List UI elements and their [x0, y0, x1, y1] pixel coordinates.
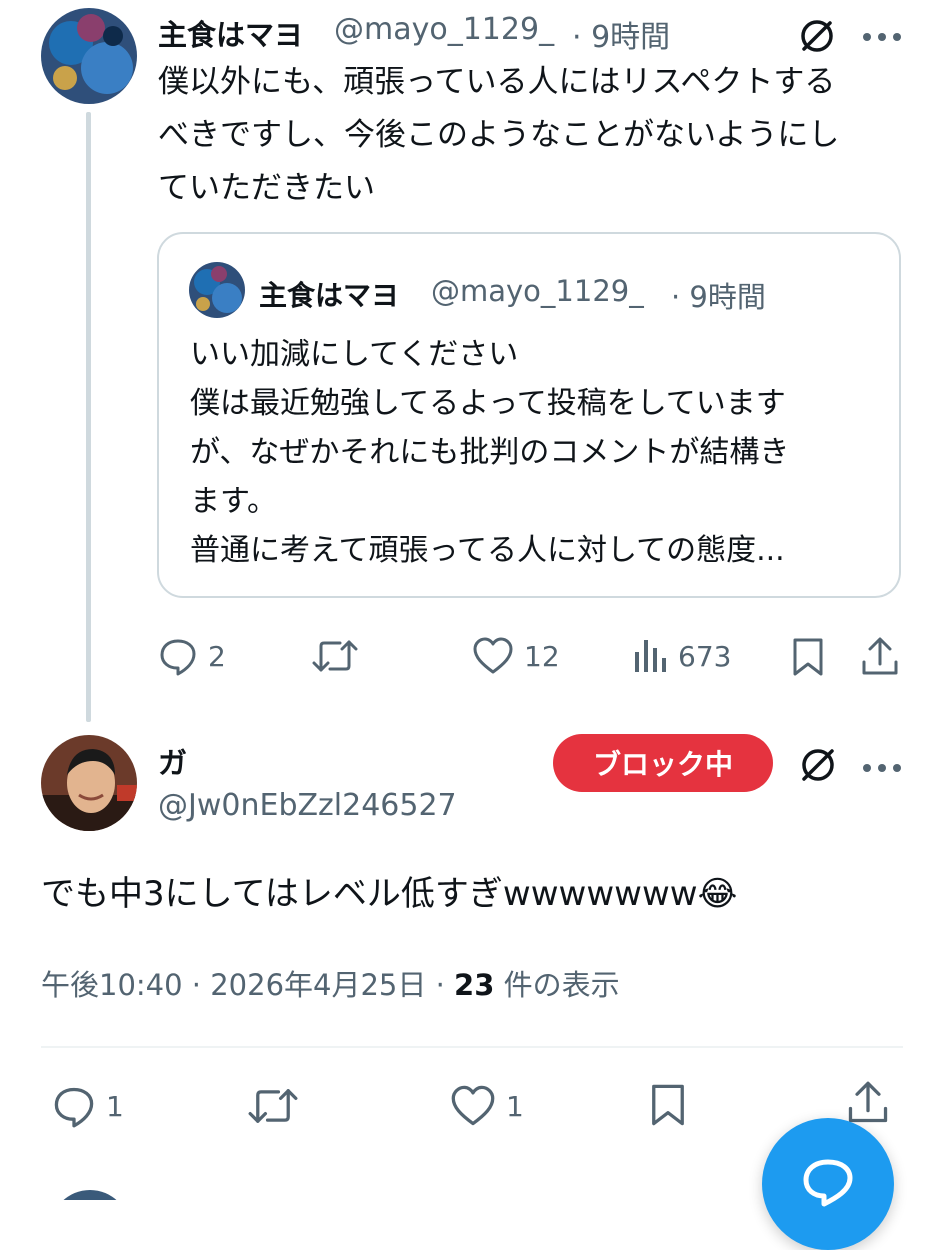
reply-button[interactable]: 2: [158, 636, 226, 676]
next-reply-avatar[interactable]: [50, 1190, 130, 1200]
divider: [41, 1046, 903, 1048]
blocked-button[interactable]: ブロック中: [553, 734, 773, 792]
quoted-tweet-card[interactable]: 主食はマヨ @mayo_1129_ · 9時間 いい加減にしてください 僕は最近…: [157, 232, 901, 598]
bookmark-icon: [652, 1084, 684, 1126]
tweet-text: でも中3にしてはレベル低すぎwwwwwww😂: [41, 866, 737, 922]
compose-button[interactable]: [762, 1118, 894, 1250]
share-button[interactable]: [860, 636, 900, 678]
views-count: 673: [678, 639, 732, 673]
quote-author-name: 主食はマヨ: [259, 279, 400, 312]
more-icon[interactable]: [862, 27, 902, 46]
compose-icon: [803, 1159, 853, 1207]
views-count: 23: [454, 968, 495, 1002]
bookmark-button[interactable]: [648, 1082, 688, 1128]
reply-button[interactable]: 1: [52, 1084, 124, 1128]
like-button[interactable]: 1: [450, 1084, 524, 1128]
reply-icon: [54, 1087, 94, 1128]
retweet-button[interactable]: [248, 1084, 308, 1128]
quote-avatar: [189, 262, 245, 318]
like-icon: [473, 637, 513, 674]
author-handle[interactable]: @Jw0nEbZzl246527: [158, 788, 457, 823]
reply-count: 2: [208, 639, 226, 673]
avatar[interactable]: [41, 735, 137, 831]
views-icon: [635, 640, 666, 672]
more-icon[interactable]: [862, 758, 902, 777]
grok-icon[interactable]: [798, 745, 838, 789]
reply-count: 1: [106, 1089, 124, 1123]
quote-text-line: が、なぜかそれにも批判のコメントが結構き: [190, 435, 790, 470]
like-count: 12: [524, 639, 560, 673]
thread-connector: [86, 112, 91, 722]
reply-icon: [160, 639, 196, 676]
like-icon: [451, 1085, 495, 1126]
bookmark-icon: [793, 638, 823, 676]
tweet-time[interactable]: · 9時間: [572, 12, 670, 56]
retweet-button[interactable]: [312, 636, 368, 676]
like-button[interactable]: 12: [472, 636, 560, 676]
author-name[interactable]: ガ: [158, 740, 187, 782]
quote-text-line: いい加減にしてください: [190, 337, 519, 372]
retweet-icon: [248, 1089, 298, 1123]
views-button[interactable]: 673: [632, 636, 731, 676]
tweet-text-line: ていただきたい: [158, 170, 375, 206]
tweet-timestamp[interactable]: 午後10:40 · 2026年4月25日 ·: [41, 968, 454, 1002]
tweet-text-body: でも中3にしてはレベル低すぎwwwwwww: [41, 874, 698, 914]
retweet-icon: [312, 640, 358, 672]
tweet-text-line: 僕以外にも、頑張っている人にはリスペクトする: [158, 64, 836, 100]
tweet-text: 僕以外にも、頑張っている人にはリスペクトする べきですし、今後このようなことがな…: [158, 56, 918, 215]
author-handle[interactable]: @mayo_1129_: [334, 12, 554, 47]
like-count: 1: [506, 1089, 524, 1123]
laughing-emoji: 😂: [697, 874, 738, 914]
quote-text-line: 僕は最近勉強してるよって投稿をしています: [190, 386, 786, 421]
share-icon: [862, 637, 898, 675]
bookmark-button[interactable]: [790, 636, 826, 678]
quote-time: · 9時間: [671, 280, 766, 314]
views-label: 件の表示: [494, 968, 620, 1002]
avatar[interactable]: [41, 8, 137, 104]
quote-text-line: 普通に考えて頑張ってる人に対しての態度...: [190, 533, 785, 568]
quote-author-handle: @mayo_1129_: [431, 274, 644, 308]
author-name[interactable]: 主食はマヨ: [158, 12, 303, 54]
tweet-meta: 午後10:40 · 2026年4月25日 · 23 件の表示: [41, 962, 620, 1004]
quote-text-line: ます。: [190, 484, 277, 519]
tweet-text-line: べきですし、今後このようなことがないようにし: [158, 117, 840, 153]
grok-icon[interactable]: [798, 17, 836, 59]
quote-text: いい加減にしてください 僕は最近勉強してるよって投稿をしています が、なぜかそれ…: [190, 330, 880, 575]
